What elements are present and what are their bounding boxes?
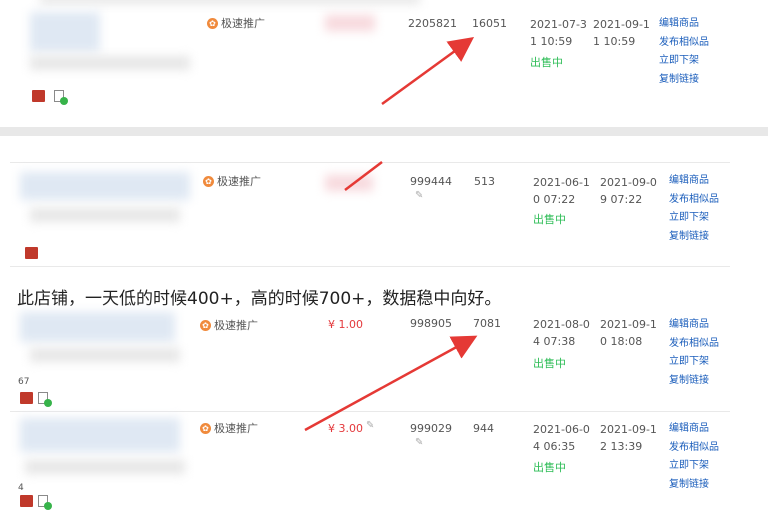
annotation-arrows: [304, 37, 478, 432]
arrow-sales-1: [381, 37, 475, 106]
arrow-fragment: [344, 161, 383, 191]
arrow-sales-3: [304, 335, 478, 432]
